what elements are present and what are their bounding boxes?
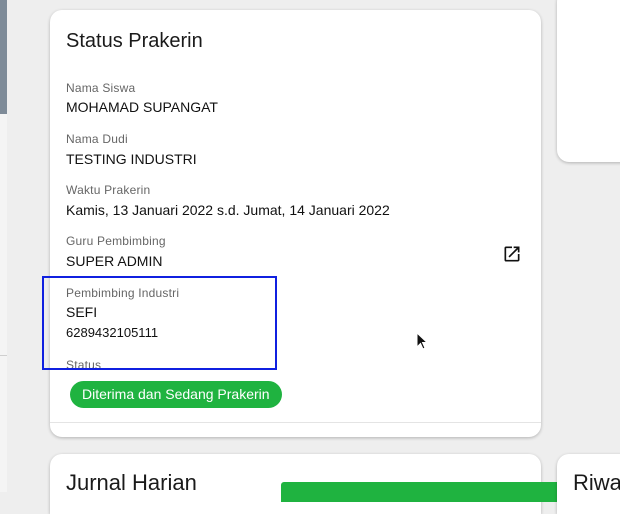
card-divider <box>50 422 541 423</box>
status-chip: Diterima dan Sedang Prakerin <box>70 381 282 408</box>
waktu-prakerin-label: Waktu Prakerin <box>66 183 151 197</box>
riwayat-card: Riwa <box>557 454 620 514</box>
nama-siswa-value: MOHAMAD SUPANGAT <box>66 99 218 115</box>
left-sidebar-divider <box>0 355 7 356</box>
selection-highlight-box <box>42 276 277 370</box>
nama-dudi-value: TESTING INDUSTRI <box>66 151 197 167</box>
nama-siswa-label: Nama Siswa <box>66 81 136 95</box>
guru-pembimbing-label: Guru Pembimbing <box>66 234 166 248</box>
mouse-cursor-icon <box>416 332 428 350</box>
left-sidebar-dark-section <box>0 0 7 114</box>
right-side-card <box>557 0 620 162</box>
jurnal-action-bar[interactable] <box>281 482 567 502</box>
guru-pembimbing-value: SUPER ADMIN <box>66 253 163 269</box>
waktu-prakerin-value: Kamis, 13 Januari 2022 s.d. Jumat, 14 Ja… <box>66 202 390 218</box>
card-title: Status Prakerin <box>66 30 203 52</box>
riwayat-title: Riwa <box>573 470 620 495</box>
open-in-new-icon[interactable] <box>502 244 522 264</box>
nama-dudi-label: Nama Dudi <box>66 132 128 146</box>
jurnal-harian-title: Jurnal Harian <box>66 470 197 495</box>
status-prakerin-card: Status Prakerin Nama Siswa MOHAMAD SUPAN… <box>50 10 541 437</box>
